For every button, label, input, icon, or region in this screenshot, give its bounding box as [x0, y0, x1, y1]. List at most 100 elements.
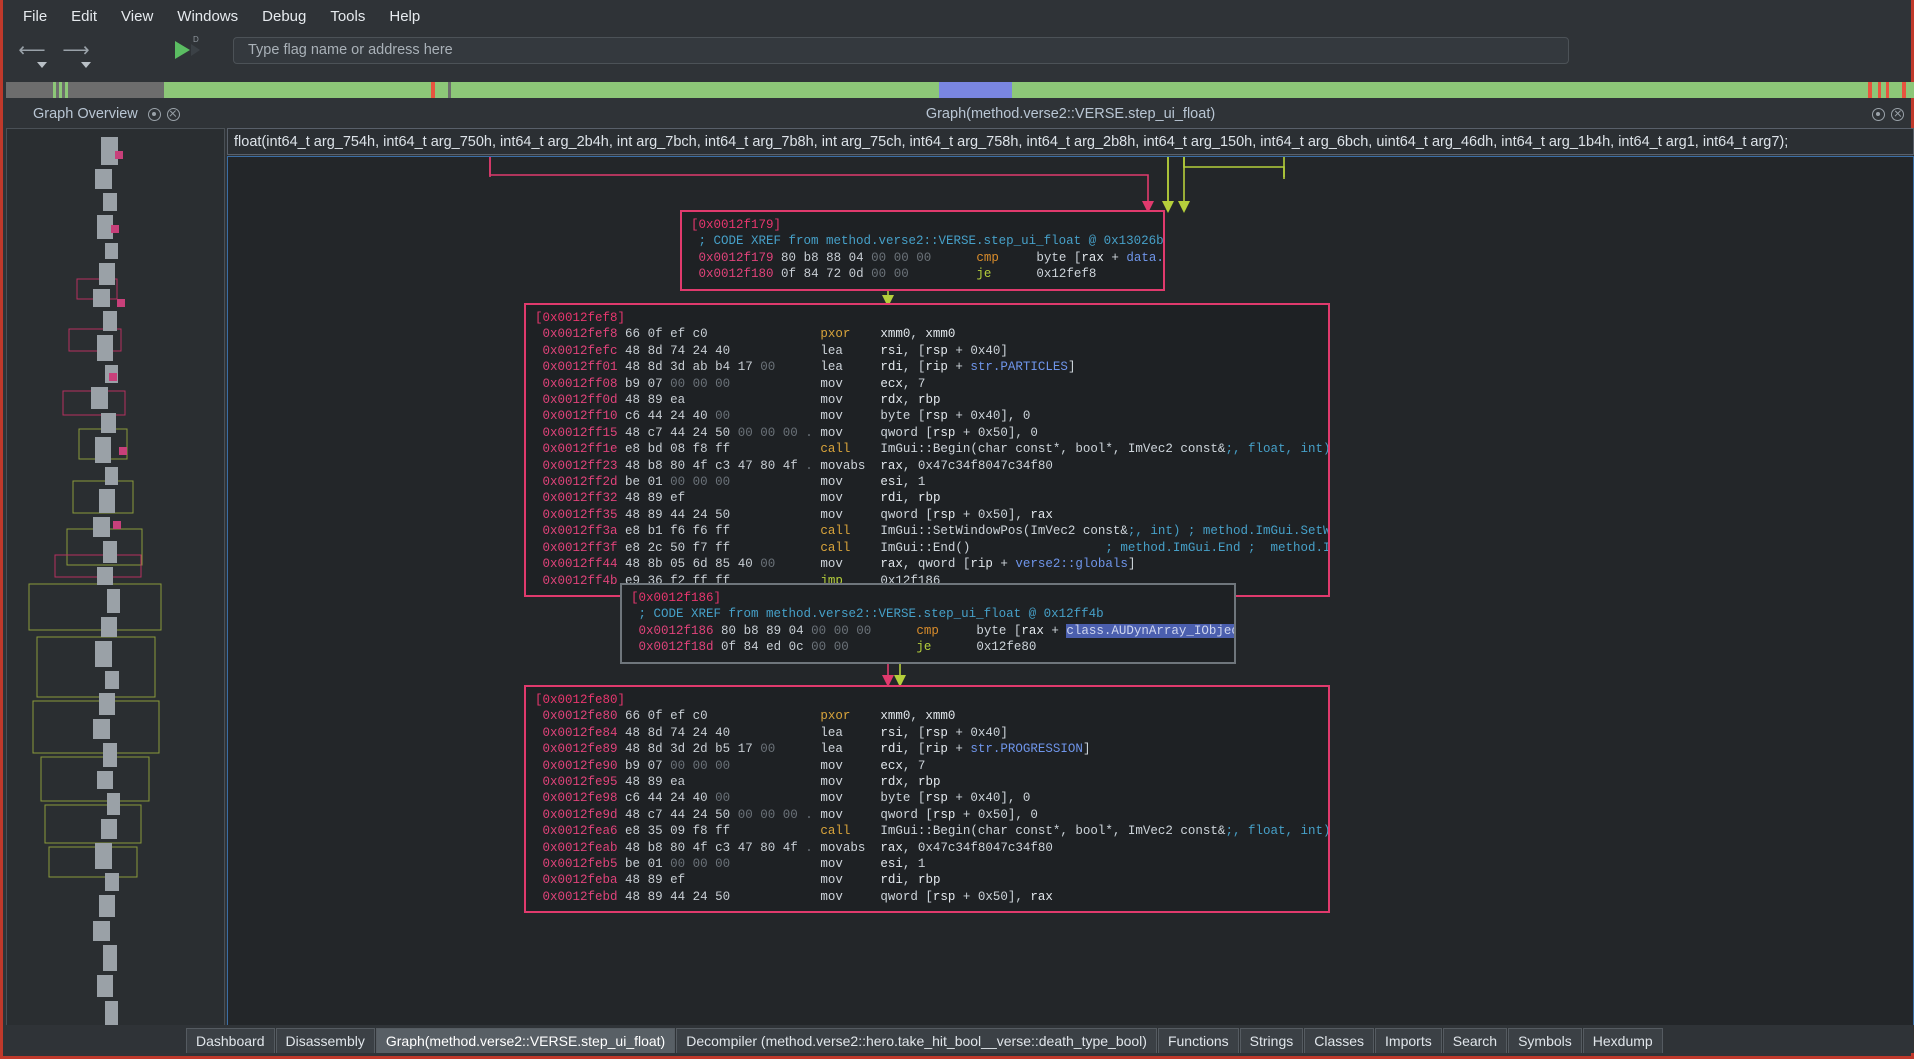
- asm-block[interactable]: [0x0012fe80] 0x0012fe80 66 0f ef c0 pxor…: [524, 685, 1330, 914]
- tab-label: Dashboard: [196, 1033, 265, 1049]
- tab-graph-method-verse2-verse-step-ui-float[interactable]: Graph(method.verse2::VERSE.step_ui_float…: [375, 1028, 676, 1053]
- xref-comment: ; CODE XREF from method.verse2::VERSE.st…: [698, 234, 1164, 249]
- graph-canvas[interactable]: [0x0012f179] ; CODE XREF from method.ver…: [227, 156, 1914, 1028]
- asm-line[interactable]: 0x0012febd 48 89 44 24 50 mov qword [rsp…: [535, 889, 1319, 905]
- asm-line[interactable]: 0x0012f186 80 b8 89 04 00 00 00 cmp byte…: [631, 623, 1234, 639]
- function-signature: float(int64_t arg_754h, int64_t arg_750h…: [234, 133, 1789, 150]
- asm-line[interactable]: 0x0012fe9d 48 c7 44 24 50 00 00 00 . mov…: [535, 807, 1319, 823]
- menu-edit[interactable]: Edit: [59, 4, 109, 29]
- asm-line[interactable]: 0x0012fe90 b9 07 00 00 00 mov ecx, 7: [535, 758, 1319, 774]
- graph-panel-header: Graph(method.verse2::VERSE.step_ui_float…: [227, 100, 1914, 128]
- asm-line[interactable]: 0x0012fe84 48 8d 74 24 40 lea rsi, [rsp …: [535, 725, 1319, 741]
- tab-label: Disassembly: [285, 1033, 365, 1049]
- tab-label: Symbols: [1518, 1033, 1572, 1049]
- play-icon-inner: [191, 44, 200, 56]
- asm-line[interactable]: 0x0012fe98 c6 44 24 40 00 mov byte [rsp …: [535, 790, 1319, 806]
- asm-line[interactable]: 0x0012fef8 66 0f ef c0 pxor xmm0, xmm0: [535, 326, 1319, 342]
- asm-line[interactable]: 0x0012fefc 48 8d 74 24 40 lea rsi, [rsp …: [535, 343, 1319, 359]
- close-icon[interactable]: [1891, 107, 1904, 121]
- tab-hexdump[interactable]: Hexdump: [1582, 1028, 1663, 1053]
- back-button[interactable]: ⟵: [13, 37, 51, 68]
- graph-panel-title: Graph(method.verse2::VERSE.step_ui_float…: [925, 106, 1216, 122]
- color-strip-segment: [1011, 82, 1869, 98]
- menu-debug[interactable]: Debug: [250, 4, 318, 29]
- tab-dashboard[interactable]: Dashboard: [186, 1028, 275, 1053]
- toolbar: ⟵ ⟶ D Type flag name or address here: [3, 32, 1911, 68]
- asm-block[interactable]: [0x0012f186] ; CODE XREF from method.ver…: [620, 583, 1236, 664]
- main-window: File Edit View Windows Debug Tools Help …: [0, 0, 1914, 1059]
- xref-comment: ; CODE XREF from method.verse2::VERSE.st…: [638, 607, 1104, 622]
- asm-line[interactable]: 0x0012ff44 48 8b 05 6d 85 40 00 mov rax,…: [535, 556, 1319, 572]
- forward-button[interactable]: ⟶: [57, 37, 95, 68]
- menu-file[interactable]: File: [11, 4, 59, 29]
- close-icon[interactable]: [166, 107, 180, 121]
- address-input-placeholder: Type flag name or address here: [248, 42, 453, 58]
- asm-line[interactable]: 0x0012ff35 48 89 44 24 50 mov qword [rsp…: [535, 507, 1319, 523]
- tab-label: Strings: [1249, 1033, 1294, 1049]
- tab-label: Decompiler (method.verse2::hero.take_hit…: [686, 1033, 1147, 1049]
- asm-line[interactable]: 0x0012ff3f e8 2c 50 f7 ff call ImGui::En…: [535, 540, 1328, 556]
- color-strip-segment: [451, 82, 940, 98]
- menu-help[interactable]: Help: [377, 4, 432, 29]
- settings-dot-icon[interactable]: [1872, 107, 1885, 121]
- tab-classes[interactable]: Classes: [1304, 1028, 1375, 1053]
- menu-tools[interactable]: Tools: [318, 4, 377, 29]
- asm-line[interactable]: 0x0012f179 80 b8 88 04 00 00 00 cmp byte…: [691, 250, 1163, 266]
- tab-decompiler-method-verse2-hero-take-hit-bool-verse-death-type-bool[interactable]: Decompiler (method.verse2::hero.take_hit…: [676, 1028, 1157, 1053]
- color-strip-segment: [163, 82, 432, 98]
- chevron-down-icon: [37, 62, 47, 68]
- asm-line[interactable]: 0x0012f180 0f 84 72 0d 00 00 je 0x12fef8: [691, 266, 1154, 282]
- color-strip-segment: [435, 82, 449, 98]
- tab-search[interactable]: Search: [1442, 1028, 1508, 1053]
- asm-line[interactable]: 0x0012ff32 48 89 ef mov rdi, rbp: [535, 490, 1319, 506]
- play-icon: [175, 41, 190, 59]
- bottom-tab-bar: Dashboard Disassembly Graph(method.verse2:…: [6, 1025, 1914, 1053]
- chevron-down-icon: [81, 62, 91, 68]
- address-input[interactable]: Type flag name or address here: [233, 36, 1569, 64]
- function-signature-bar[interactable]: float(int64_t arg_754h, int64_t arg_750h…: [227, 128, 1914, 155]
- tab-strings[interactable]: Strings: [1239, 1028, 1304, 1053]
- graph-overview-panel[interactable]: [6, 128, 225, 1028]
- arrow-right-icon: ⟶: [62, 39, 90, 61]
- block-label: [0x0012fe80]: [535, 693, 626, 707]
- asm-block[interactable]: [0x0012f179] ; CODE XREF from method.ver…: [680, 210, 1165, 291]
- color-strip-segment: [939, 82, 1012, 98]
- tab-imports[interactable]: Imports: [1375, 1028, 1442, 1053]
- asm-line[interactable]: 0x0012ff23 48 b8 80 4f c3 47 80 4f . mov…: [535, 458, 1319, 474]
- tab-label: Imports: [1385, 1033, 1432, 1049]
- asm-line[interactable]: 0x0012feba 48 89 ef mov rdi, rbp: [535, 872, 1319, 888]
- asm-line[interactable]: 0x0012ff15 48 c7 44 24 50 00 00 00 . mov…: [535, 425, 1319, 441]
- arrow-left-icon: ⟵: [18, 39, 46, 61]
- asm-line[interactable]: 0x0012ff01 48 8d 3d ab b4 17 00 lea rdi,…: [535, 359, 1319, 375]
- color-strip-segment: [6, 82, 53, 98]
- asm-line[interactable]: 0x0012ff3a e8 b1 f6 f6 ff call ImGui::Se…: [535, 523, 1328, 539]
- run-button[interactable]: D: [175, 35, 205, 63]
- asm-line[interactable]: 0x0012feab 48 b8 80 4f c3 47 80 4f . mov…: [535, 840, 1319, 856]
- asm-block[interactable]: [0x0012fef8] 0x0012fef8 66 0f ef c0 pxor…: [524, 303, 1330, 597]
- tab-functions[interactable]: Functions: [1157, 1028, 1239, 1053]
- asm-line[interactable]: 0x0012fe89 48 8d 3d 2d b5 17 00 lea rdi,…: [535, 741, 1319, 757]
- color-strip-segment: [67, 82, 164, 98]
- asm-line[interactable]: 0x0012fe95 48 89 ea mov rdx, rbp: [535, 774, 1319, 790]
- tab-label: Search: [1452, 1033, 1498, 1049]
- graph-overview-minimap: [28, 137, 162, 1025]
- block-label: [0x0012fef8]: [535, 311, 626, 325]
- tab-disassembly[interactable]: Disassembly: [275, 1028, 375, 1053]
- block-label: [0x0012f186]: [631, 591, 722, 605]
- asm-line[interactable]: 0x0012feb5 be 01 00 00 00 mov esi, 1: [535, 856, 1319, 872]
- asm-line[interactable]: 0x0012ff08 b9 07 00 00 00 mov ecx, 7: [535, 376, 1319, 392]
- asm-line[interactable]: 0x0012ff1e e8 bd 08 f8 ff call ImGui::Be…: [535, 441, 1328, 457]
- section-color-strip[interactable]: [6, 82, 1914, 98]
- asm-line[interactable]: 0x0012fe80 66 0f ef c0 pxor xmm0, xmm0: [535, 708, 1319, 724]
- asm-line[interactable]: 0x0012ff10 c6 44 24 40 00 mov byte [rsp …: [535, 408, 1319, 424]
- menu-view[interactable]: View: [109, 4, 165, 29]
- asm-line[interactable]: 0x0012fea6 e8 35 09 f8 ff call ImGui::Be…: [535, 823, 1328, 839]
- asm-line[interactable]: 0x0012f18d 0f 84 ed 0c 00 00 je 0x12fe80: [631, 639, 1225, 655]
- tab-symbols[interactable]: Symbols: [1508, 1028, 1582, 1053]
- asm-line[interactable]: 0x0012ff2d be 01 00 00 00 mov esi, 1: [535, 474, 1319, 490]
- color-strip-segment: [1889, 82, 1903, 98]
- tab-label: Hexdump: [1592, 1033, 1653, 1049]
- asm-line[interactable]: 0x0012ff0d 48 89 ea mov rdx, rbp: [535, 392, 1319, 408]
- menu-windows[interactable]: Windows: [165, 4, 250, 29]
- settings-dot-icon[interactable]: [147, 107, 161, 121]
